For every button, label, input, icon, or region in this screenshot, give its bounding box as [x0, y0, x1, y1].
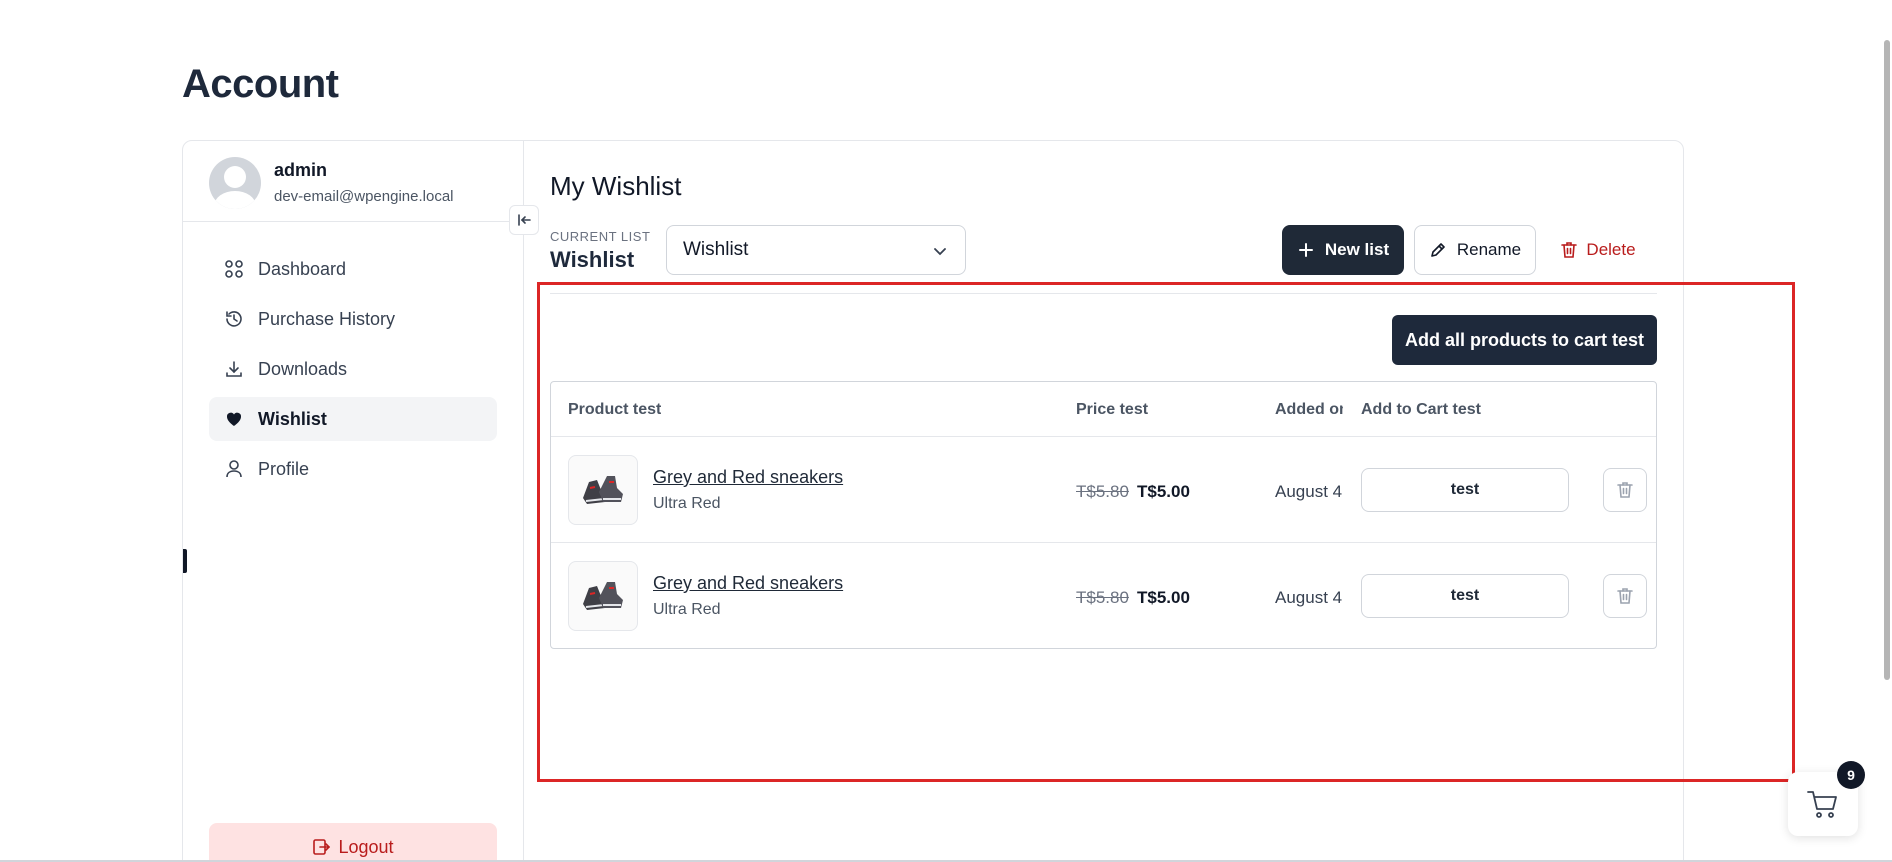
table-row: Grey and Red sneakers Ultra Red T$5.80 T…: [551, 543, 1656, 648]
rename-button[interactable]: Rename: [1414, 225, 1536, 275]
sidebar-item-label: Wishlist: [258, 408, 327, 429]
sidebar-item-purchase-history[interactable]: Purchase History: [209, 297, 497, 341]
user-block: admin dev-email@wpengine.local: [183, 141, 523, 222]
sidebar-item-label: Dashboard: [258, 258, 347, 279]
sneaker-icon: [583, 582, 623, 610]
grid-icon: [224, 259, 244, 279]
table-header: Product test Price test Added on Add to …: [551, 382, 1656, 437]
product-thumbnail[interactable]: [568, 561, 638, 631]
current-list-label: CURRENT LIST: [550, 229, 651, 244]
wishlist-panel: My Wishlist CURRENT LIST Wishlist Wishli…: [524, 141, 1683, 862]
chevron-down-icon: [934, 248, 946, 256]
logout-label: Logout: [338, 836, 394, 857]
table-row: Grey and Red sneakers Ultra Red T$5.80 T…: [551, 437, 1656, 543]
sidebar-item-dashboard[interactable]: Dashboard: [209, 247, 497, 291]
sidebar-item-downloads[interactable]: Downloads: [209, 347, 497, 391]
plus-icon: [1298, 243, 1313, 257]
sidebar-item-wishlist[interactable]: Wishlist: [209, 397, 497, 441]
user-name: admin: [274, 160, 328, 180]
product-link[interactable]: Grey and Red sneakers: [653, 467, 843, 488]
added-on-date: August 4: [1275, 482, 1343, 501]
active-indicator: [183, 549, 187, 573]
user-icon: [224, 459, 244, 479]
sidebar-item-label: Downloads: [258, 358, 348, 379]
history-icon: [224, 309, 244, 329]
heart-icon: [224, 409, 244, 429]
section-title: My Wishlist: [550, 171, 682, 201]
wishlist-select[interactable]: Wishlist: [666, 225, 966, 275]
trash-icon: [1617, 588, 1633, 604]
wishlist-table: Product test Price test Added on Add to …: [550, 381, 1657, 649]
current-list-value: Wishlist: [550, 247, 635, 272]
cart-count-badge: 9: [1837, 761, 1865, 789]
avatar: [209, 157, 261, 209]
trash-icon: [1561, 242, 1578, 258]
added-on-date: August 4: [1275, 588, 1343, 607]
sneaker-icon: [583, 476, 623, 504]
price-sale: T$5.00: [1137, 588, 1190, 607]
account-nav: Dashboard Purchase History Downloads Wis…: [209, 247, 497, 497]
trash-icon: [1617, 482, 1633, 498]
account-card: admin dev-email@wpengine.local Dashboard…: [182, 140, 1684, 862]
logout-button[interactable]: Logout: [209, 823, 497, 862]
delete-label: Delete: [1586, 240, 1636, 259]
download-icon: [224, 359, 244, 379]
rename-label: Rename: [1456, 240, 1522, 259]
cart-icon: [1807, 791, 1837, 818]
price-sale: T$5.00: [1137, 482, 1190, 501]
column-price: Price test: [1076, 401, 1149, 418]
logout-icon: [313, 839, 331, 855]
user-email: dev-email@wpengine.local: [274, 188, 454, 205]
column-add-to-cart: Add to Cart test: [1361, 401, 1481, 418]
column-product: Product test: [568, 401, 662, 418]
price-original: T$5.80: [1076, 588, 1129, 607]
remove-item-button[interactable]: [1603, 574, 1647, 618]
sidebar-item-profile[interactable]: Profile: [209, 447, 497, 491]
pencil-icon: [1431, 243, 1445, 257]
product-link[interactable]: Grey and Red sneakers: [653, 573, 843, 594]
product-variant: Ultra Red: [653, 601, 721, 618]
sidebar-item-label: Purchase History: [258, 308, 396, 329]
divider: [550, 293, 1657, 294]
delete-list-button[interactable]: Delete: [1548, 225, 1648, 275]
product-thumbnail[interactable]: [568, 455, 638, 525]
add-all-to-cart-button[interactable]: Add all products to cart test: [1392, 315, 1657, 365]
new-list-button[interactable]: New list: [1282, 225, 1404, 275]
add-all-label: Add all products to cart test: [1404, 329, 1645, 350]
new-list-label: New list: [1324, 240, 1390, 259]
add-to-cart-button[interactable]: test: [1361, 574, 1569, 618]
add-to-cart-button[interactable]: test: [1361, 468, 1569, 512]
sidebar-item-label: Profile: [258, 458, 310, 479]
wishlist-select-value: Wishlist: [683, 239, 749, 260]
account-sidebar: admin dev-email@wpengine.local Dashboard…: [183, 141, 524, 862]
price-original: T$5.80: [1076, 482, 1129, 501]
remove-item-button[interactable]: [1603, 468, 1647, 512]
page-title: Account: [182, 62, 339, 106]
product-variant: Ultra Red: [653, 495, 721, 512]
scrollbar-thumb[interactable]: [1884, 40, 1890, 680]
column-added-on: Added on: [1275, 401, 1343, 418]
